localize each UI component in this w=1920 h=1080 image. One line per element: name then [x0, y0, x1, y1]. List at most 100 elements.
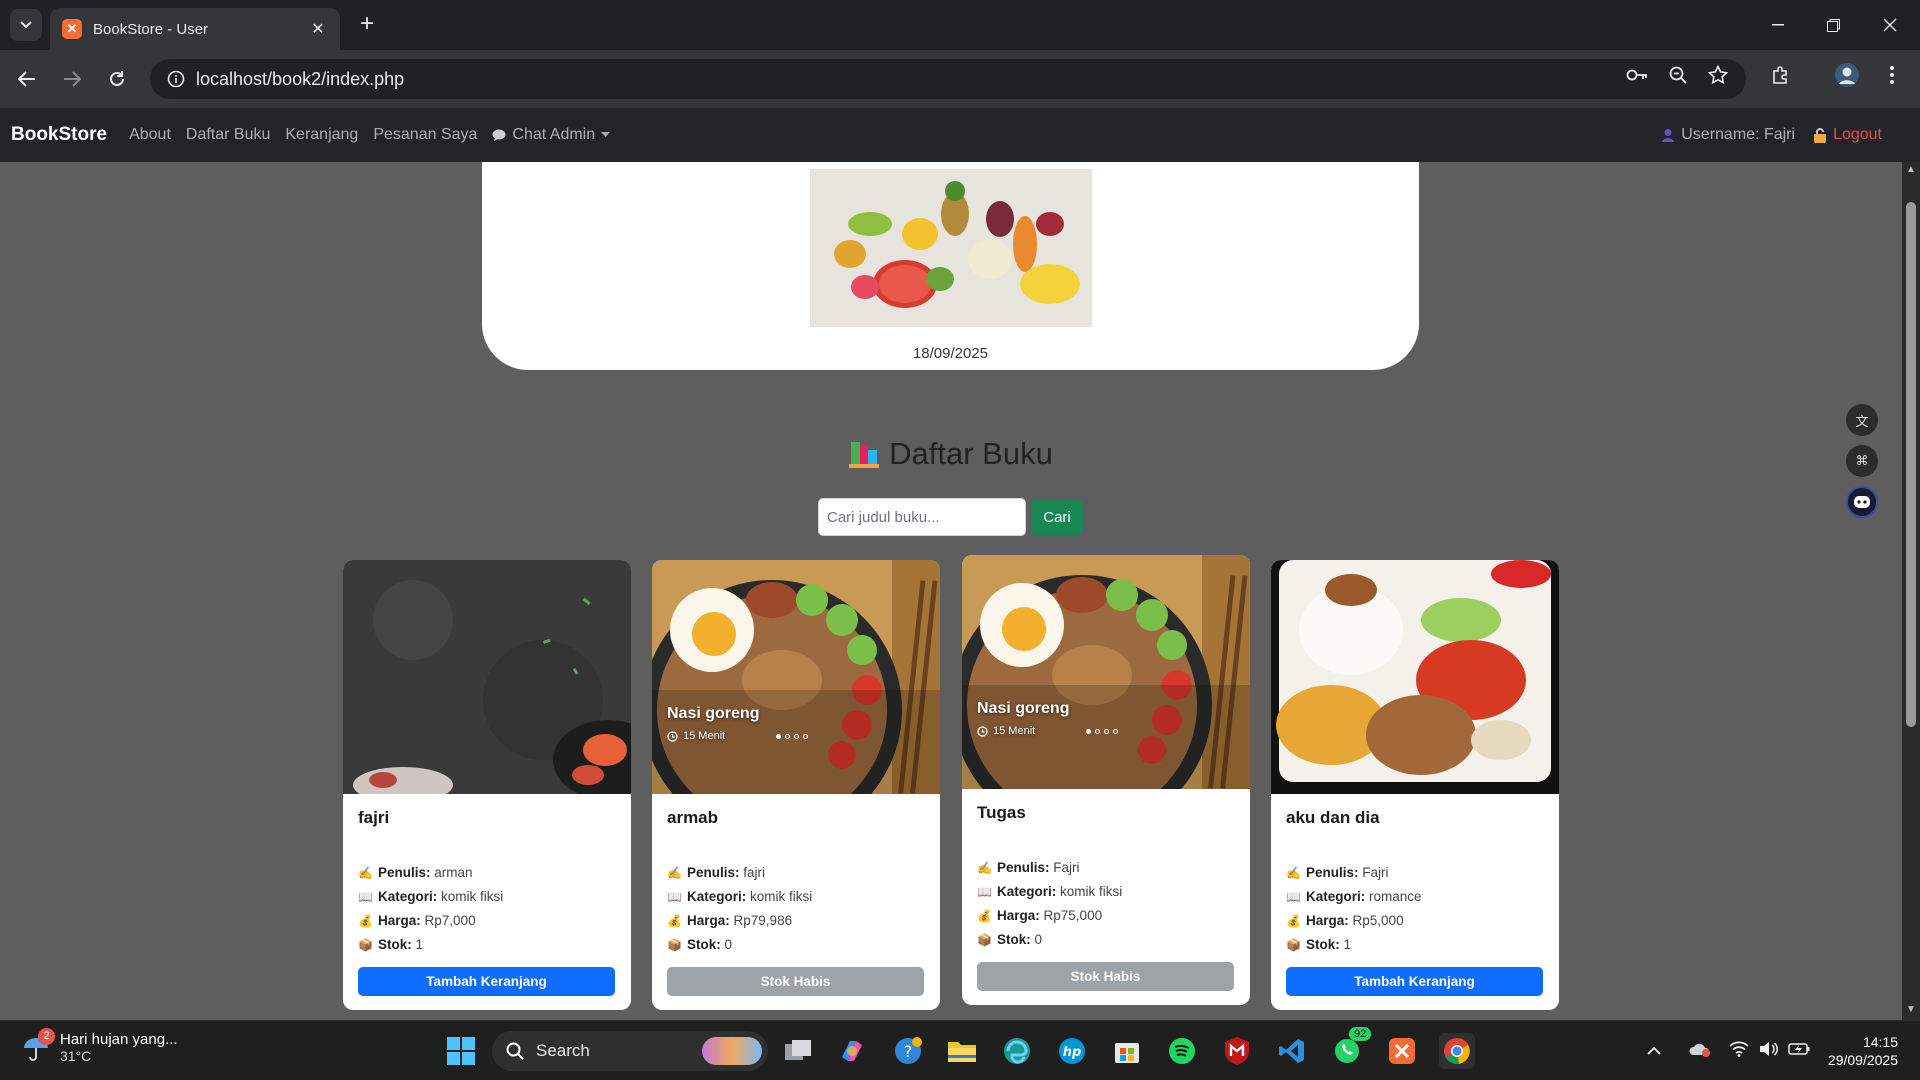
open-book-icon: 📖 [1286, 890, 1301, 904]
edge-icon[interactable] [999, 1033, 1035, 1069]
book-author: Fajri [1362, 865, 1389, 880]
spotify-icon[interactable] [1164, 1033, 1200, 1069]
nav-link-keranjang[interactable]: Keranjang [285, 126, 358, 144]
xampp-icon[interactable] [1384, 1033, 1420, 1069]
whatsapp-icon[interactable]: 92 [1329, 1027, 1372, 1069]
package-icon: 📦 [667, 938, 682, 952]
address-bar[interactable]: localhost/book2/index.php [150, 59, 1746, 99]
restore-button[interactable] [1815, 10, 1851, 40]
password-key-icon[interactable] [1621, 59, 1653, 91]
add-to-cart-button[interactable]: Tambah Keranjang [1286, 967, 1543, 996]
forward-button[interactable] [55, 62, 89, 96]
page-scrollbar[interactable]: ▲ ▼ [1902, 162, 1920, 1020]
tips-icon[interactable]: ? [890, 1033, 926, 1069]
carousel-dot[interactable] [1104, 729, 1109, 734]
close-window-button[interactable] [1872, 10, 1908, 40]
command-icon[interactable]: ⌘ [1846, 445, 1878, 477]
book-card: aku dan dia ✍ Penulis: Fajri 📖 Kategori: r… [1271, 560, 1559, 1010]
site-info-icon[interactable] [156, 70, 196, 88]
taskbar-clock[interactable]: 14:15 29/09/2025 [1828, 1033, 1898, 1069]
carousel-dot[interactable] [803, 734, 808, 739]
carousel-dot[interactable] [785, 734, 790, 739]
search-icon [506, 1042, 524, 1060]
brand-link[interactable]: BookStore [11, 124, 107, 146]
chrome-icon[interactable] [1439, 1033, 1475, 1069]
browser-tab-active[interactable]: ✕ BookStore - User ✕ [50, 8, 340, 50]
item-date: 18/09/2025 [912, 345, 989, 362]
chat-admin-dropdown[interactable]: Chat Admin [492, 126, 611, 144]
browser-menu-icon[interactable] [1876, 59, 1908, 91]
onedrive-error-icon[interactable] [1682, 1041, 1718, 1062]
logout-link[interactable]: Logout [1813, 126, 1882, 144]
wifi-icon[interactable] [1724, 1041, 1754, 1062]
nav-link-about[interactable]: About [129, 126, 171, 144]
task-view-icon[interactable] [780, 1033, 816, 1069]
mcafee-icon[interactable] [1219, 1033, 1255, 1069]
out-of-stock-button[interactable]: Stok Habis [667, 967, 924, 996]
zoom-icon[interactable] [1662, 59, 1694, 91]
book-category-row: 📖 Kategori: romance [1286, 885, 1544, 909]
forward-arrow-icon [64, 71, 81, 87]
search-input[interactable] [818, 498, 1026, 536]
scroll-thumb[interactable] [1906, 202, 1916, 727]
book-stock-row: 📦 Stok: 1 [358, 933, 616, 957]
volume-icon[interactable] [1754, 1041, 1784, 1062]
nav-link-pesanan-saya[interactable]: Pesanan Saya [373, 126, 477, 144]
out-of-stock-button[interactable]: Stok Habis [977, 962, 1234, 991]
url-text: localhost/book2/index.php [196, 68, 405, 89]
microsoft-store-icon[interactable] [1109, 1033, 1145, 1069]
tray-overflow-chevron-icon[interactable] [1640, 1042, 1668, 1060]
carousel-dot[interactable] [794, 734, 799, 739]
open-book-icon: 📖 [667, 890, 682, 904]
rain-umbrella-icon: 2 [22, 1027, 55, 1062]
carousel-dot[interactable] [1095, 729, 1100, 734]
book-price-row: 💰 Harga: Rp79,986 [667, 909, 925, 933]
tab-search-dropdown[interactable] [10, 9, 42, 41]
nav-link-daftar-buku[interactable]: Daftar Buku [186, 126, 270, 144]
carousel-dot[interactable] [776, 734, 781, 739]
assistant-bot-icon[interactable] [1846, 486, 1878, 518]
add-to-cart-button[interactable]: Tambah Keranjang [358, 967, 615, 996]
carousel-dot[interactable] [1086, 729, 1091, 734]
weather-widget[interactable]: 2 Hari hujan yang... 31°C [22, 1027, 178, 1064]
book-cover-image: Nasi goreng 15 Menit [962, 555, 1250, 789]
book-category: komik fiksi [750, 889, 813, 904]
penulis-label: Penulis: [997, 860, 1050, 875]
writing-hand-icon: ✍ [667, 866, 682, 880]
writing-hand-icon: ✍ [1286, 866, 1301, 880]
windows-start-icon[interactable] [443, 1033, 479, 1069]
back-arrow-icon [18, 71, 35, 87]
image-overlay-title: Nasi goreng [977, 700, 1070, 717]
harga-label: Harga: [378, 913, 421, 928]
hp-icon[interactable]: hp [1054, 1033, 1090, 1069]
scroll-up-arrow-icon[interactable]: ▲ [1904, 164, 1918, 178]
windows-taskbar: 2 Hari hujan yang... 31°C Search ? hp 92… [0, 1020, 1920, 1080]
new-tab-button[interactable]: + [353, 11, 381, 39]
search-highlight-image [702, 1037, 762, 1065]
reload-button[interactable] [100, 62, 134, 96]
book-info: ✍ Penulis: Fajri 📖 Kategori: romance 💰 Harg… [1286, 861, 1544, 957]
search-button[interactable]: Cari [1031, 499, 1083, 535]
battery-charging-icon[interactable] [1784, 1042, 1814, 1061]
back-button[interactable] [10, 62, 44, 96]
book-info: ✍ Penulis: arman 📖 Kategori: komik fiksi 💰… [358, 861, 616, 957]
overlay-time-text: 15 Menit [993, 725, 1036, 737]
open-book-icon: 📖 [358, 890, 373, 904]
scroll-down-arrow-icon[interactable]: ▼ [1904, 1004, 1918, 1018]
bookmark-star-icon[interactable] [1702, 59, 1734, 91]
tab-close-icon[interactable]: ✕ [308, 19, 328, 39]
taskbar-search[interactable]: Search [492, 1031, 768, 1071]
book-stock-row: 📦 Stok: 1 [1286, 933, 1544, 957]
extensions-puzzle-icon[interactable] [1765, 59, 1797, 91]
file-explorer-icon[interactable] [944, 1033, 980, 1069]
book-author: fajri [743, 865, 766, 880]
book-cover-image: Nasi goreng 15 Menit [652, 560, 940, 794]
side-widgets: 文 ⌘ [1846, 404, 1880, 527]
whatsapp-badge: 92 [1349, 1027, 1372, 1041]
vscode-icon[interactable] [1274, 1033, 1310, 1069]
minimize-button[interactable] [1760, 10, 1796, 40]
profile-avatar[interactable] [1831, 59, 1863, 91]
carousel-dot[interactable] [1113, 729, 1118, 734]
translate-icon[interactable]: 文 [1846, 404, 1878, 436]
copilot-icon[interactable] [834, 1033, 870, 1069]
